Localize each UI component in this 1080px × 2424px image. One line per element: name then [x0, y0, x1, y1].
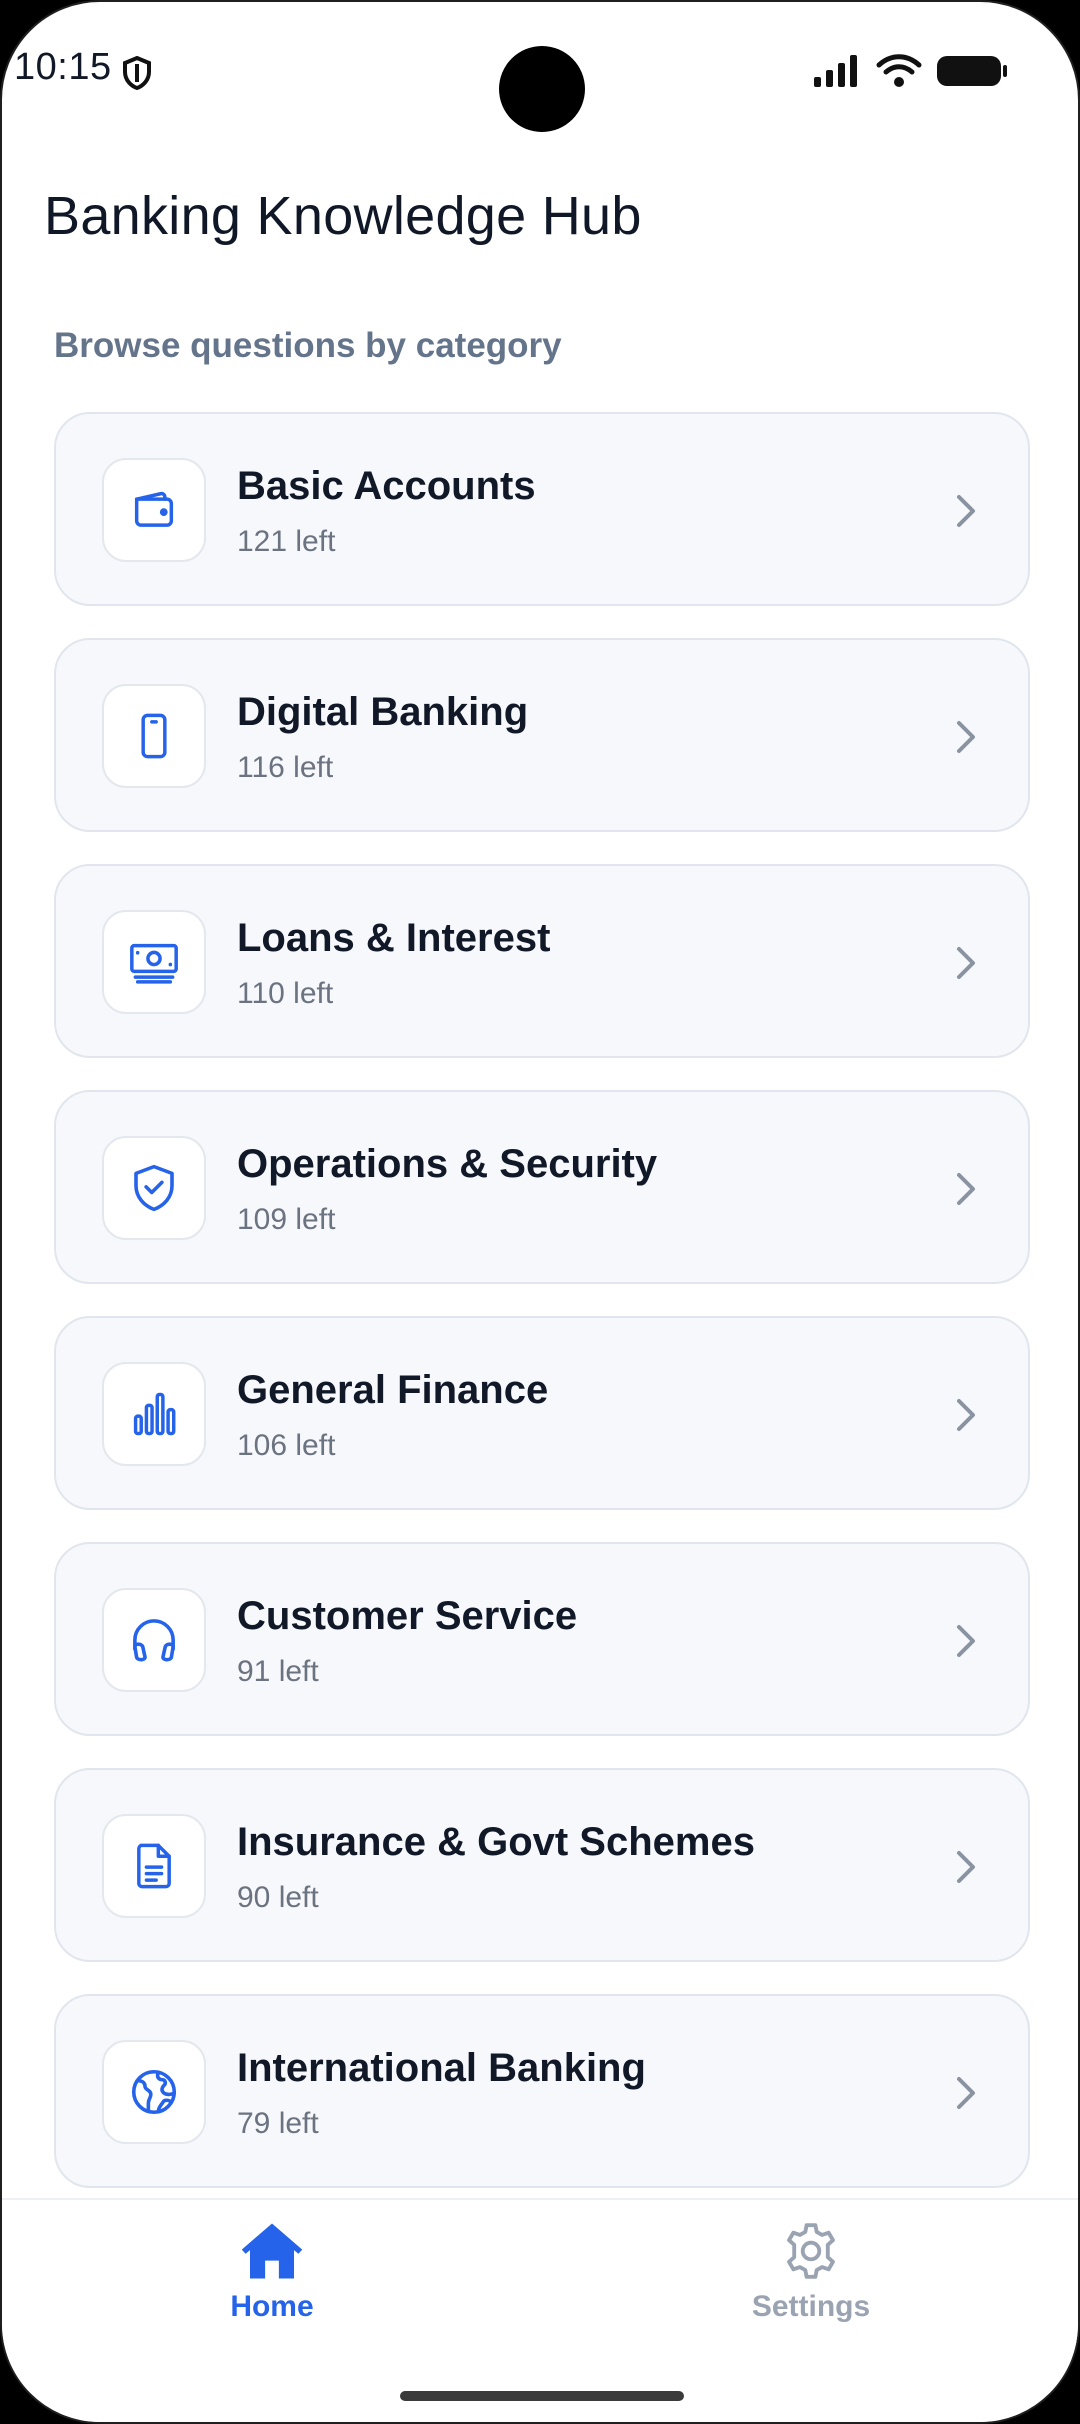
category-title: Insurance & Govt Schemes: [237, 1820, 755, 1864]
status-time: 10:15: [14, 46, 112, 88]
wifi-icon: [876, 54, 922, 87]
category-card-loans-interest[interactable]: Loans & Interest 110 left: [54, 864, 1030, 1058]
nav-settings[interactable]: Settings: [711, 2220, 911, 2324]
category-title: International Banking: [237, 2046, 646, 2090]
category-card-operations-security[interactable]: Operations & Security 109 left: [54, 1090, 1030, 1284]
category-list: Basic Accounts 121 left Digital Banking …: [54, 412, 1030, 2220]
category-title: Basic Accounts: [237, 464, 536, 508]
category-count: 79 left: [237, 2107, 319, 2140]
chevron-right-icon: [957, 1851, 975, 1883]
home-indicator[interactable]: [400, 2391, 684, 2401]
nav-settings-label: Settings: [751, 2290, 871, 2323]
nav-home-label: Home: [230, 2290, 314, 2323]
category-title: General Finance: [237, 1368, 549, 1412]
chevron-right-icon: [957, 2077, 975, 2109]
category-title: Loans & Interest: [237, 916, 551, 960]
category-count: 91 left: [237, 1655, 319, 1688]
shield-check-icon: [102, 1136, 206, 1240]
chevron-right-icon: [957, 1625, 975, 1657]
headphones-icon: [102, 1588, 206, 1692]
signal-icon: [814, 55, 857, 87]
page-subtitle: Browse questions by category: [54, 326, 562, 365]
document-icon: [102, 1814, 206, 1918]
category-card-general-finance[interactable]: General Finance 106 left: [54, 1316, 1030, 1510]
category-count: 90 left: [237, 1881, 319, 1914]
category-card-basic-accounts[interactable]: Basic Accounts 121 left: [54, 412, 1030, 606]
globe-icon: [102, 2040, 206, 2144]
category-card-insurance-govt-schemes[interactable]: Insurance & Govt Schemes 90 left: [54, 1768, 1030, 1962]
page-title: Banking Knowledge Hub: [44, 186, 642, 246]
chevron-right-icon: [957, 495, 975, 527]
chevron-right-icon: [957, 721, 975, 753]
shield-status-icon: [123, 56, 151, 90]
category-card-digital-banking[interactable]: Digital Banking 116 left: [54, 638, 1030, 832]
status-icons: [814, 54, 1008, 88]
category-card-customer-service[interactable]: Customer Service 91 left: [54, 1542, 1030, 1736]
chevron-right-icon: [957, 1399, 975, 1431]
category-title: Customer Service: [237, 1594, 578, 1638]
chevron-right-icon: [957, 947, 975, 979]
category-count: 116 left: [237, 751, 334, 784]
category-card-international-banking[interactable]: International Banking 79 left: [54, 1994, 1030, 2188]
category-title: Operations & Security: [237, 1142, 658, 1186]
bar-chart-icon: [102, 1362, 206, 1466]
phone-screen: 10:15 Banking Knowledge Hub Browse quest…: [0, 0, 1080, 2424]
category-count: 109 left: [237, 1203, 336, 1236]
home-icon: [241, 2223, 303, 2279]
category-title: Digital Banking: [237, 690, 529, 734]
banknote-icon: [102, 910, 206, 1014]
category-count: 106 left: [237, 1429, 336, 1462]
front-camera: [499, 46, 585, 132]
chevron-right-icon: [957, 1173, 975, 1205]
gear-icon: [787, 2223, 835, 2279]
battery-icon: [937, 56, 1007, 86]
wallet-icon: [102, 458, 206, 562]
category-count: 121 left: [237, 525, 336, 558]
category-count: 110 left: [237, 977, 334, 1010]
smartphone-icon: [102, 684, 206, 788]
nav-home[interactable]: Home: [172, 2220, 372, 2324]
